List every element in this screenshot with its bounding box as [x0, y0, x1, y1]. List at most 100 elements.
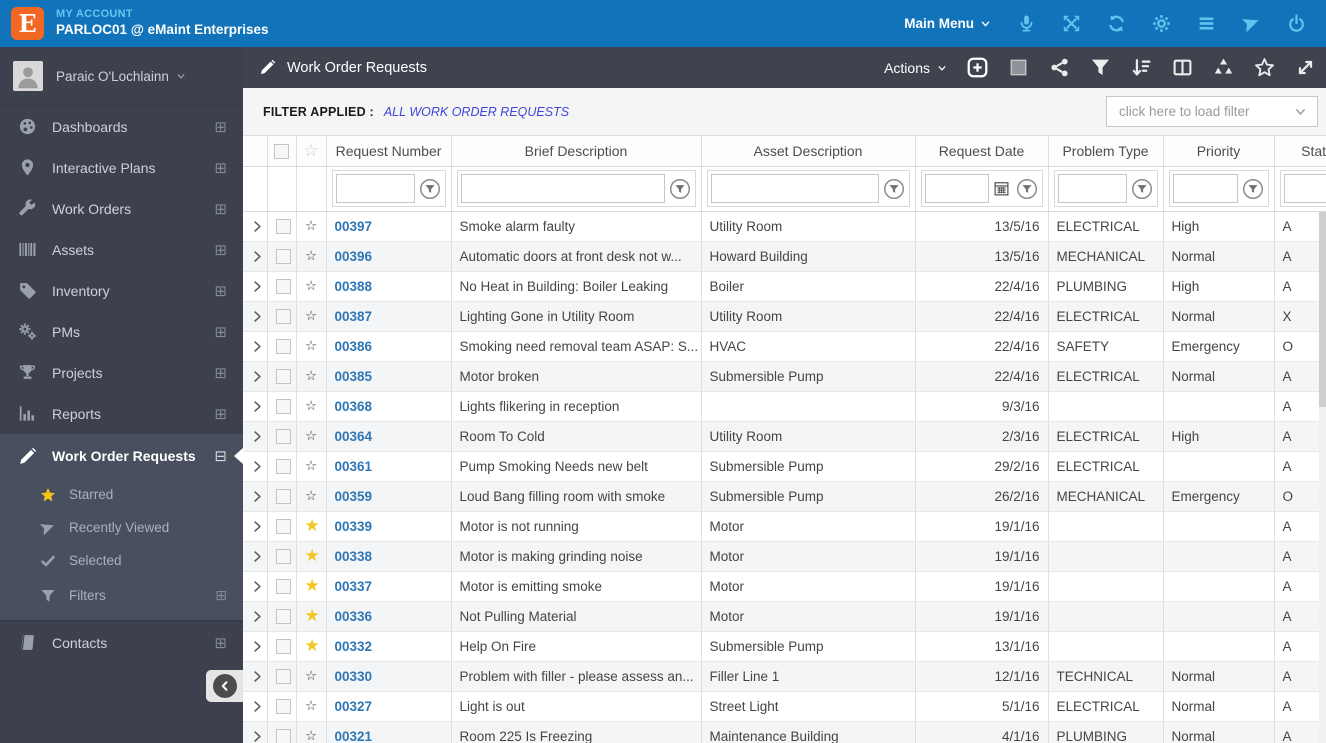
filter-input-request-date[interactable] [924, 174, 989, 203]
star-icon[interactable]: ☆ [305, 368, 317, 383]
request-number-link[interactable]: 00368 [335, 399, 373, 414]
multiselect-icon[interactable] [1008, 57, 1029, 78]
expand-plus-icon[interactable]: ⊞ [214, 364, 227, 382]
expand-icon[interactable] [1295, 57, 1316, 78]
scrollbar-thumb[interactable] [1319, 212, 1326, 407]
filter-input-priority[interactable] [1172, 174, 1238, 203]
row-checkbox[interactable] [275, 458, 291, 474]
request-number-link[interactable]: 00332 [335, 639, 373, 654]
row-checkbox[interactable] [275, 518, 291, 534]
row-checkbox[interactable] [275, 338, 291, 354]
sort-icon[interactable] [1131, 57, 1152, 78]
columns-icon[interactable] [1172, 57, 1193, 78]
recycle-icon[interactable] [1213, 57, 1234, 78]
user-menu[interactable]: Paraic O'Lochlainn [0, 47, 243, 106]
gear-icon[interactable] [1152, 14, 1171, 33]
column-header-priority[interactable]: Priority [1163, 136, 1275, 167]
row-expand-button[interactable] [243, 601, 268, 632]
filter-funnel-button[interactable] [1130, 177, 1154, 201]
star-icon[interactable]: ☆ [305, 308, 317, 323]
row-expand-button[interactable] [243, 391, 268, 422]
request-number-link[interactable]: 00337 [335, 579, 373, 594]
select-all-checkbox[interactable] [267, 136, 297, 167]
row-expand-button[interactable] [243, 571, 268, 602]
star-icon[interactable]: ☆ [305, 218, 317, 233]
expand-plus-icon[interactable]: ⊞ [214, 405, 227, 423]
expand-plus-icon[interactable]: ⊞ [214, 323, 227, 341]
expand-plus-icon[interactable]: ⊞ [214, 159, 227, 177]
actions-dropdown[interactable]: Actions [884, 60, 947, 76]
star-icon[interactable]: ★ [305, 516, 320, 535]
filter-funnel-button[interactable] [882, 177, 906, 201]
row-checkbox[interactable] [275, 248, 291, 264]
request-number-link[interactable]: 00388 [335, 279, 373, 294]
request-number-link[interactable]: 00397 [335, 219, 373, 234]
send-icon[interactable] [1242, 14, 1261, 33]
row-checkbox[interactable] [275, 668, 291, 684]
star-icon[interactable]: ☆ [305, 698, 317, 713]
favorite-icon[interactable] [1254, 57, 1275, 78]
request-number-link[interactable]: 00327 [335, 699, 373, 714]
sidebar-item-reports[interactable]: Reports ⊞ [0, 393, 243, 434]
expand-plus-icon[interactable]: ⊞ [214, 200, 227, 218]
column-header-brief-description[interactable]: Brief Description [451, 136, 702, 167]
row-expand-button[interactable] [243, 331, 268, 362]
star-icon[interactable]: ☆ [305, 458, 317, 473]
row-expand-button[interactable] [243, 481, 268, 512]
row-checkbox[interactable] [275, 548, 291, 564]
request-number-link[interactable]: 00396 [335, 249, 373, 264]
filter-funnel-button[interactable] [1241, 177, 1265, 201]
star-icon[interactable]: ★ [305, 576, 320, 595]
sidebar-item-projects[interactable]: Projects ⊞ [0, 352, 243, 393]
star-icon[interactable]: ☆ [305, 278, 317, 293]
sidebar-item-inventory[interactable]: Inventory ⊞ [0, 270, 243, 311]
column-header-problem-type[interactable]: Problem Type [1048, 136, 1164, 167]
fullscreen-icon[interactable] [1062, 14, 1081, 33]
hamburger-icon[interactable] [1197, 14, 1216, 33]
row-expand-button[interactable] [243, 271, 268, 302]
share-icon[interactable] [1049, 57, 1070, 78]
sidebar-item-pms[interactable]: PMs ⊞ [0, 311, 243, 352]
star-icon[interactable]: ☆ [305, 248, 317, 263]
star-icon[interactable]: ☆ [305, 398, 317, 413]
star-icon[interactable]: ☆ [305, 338, 317, 353]
row-expand-button[interactable] [243, 211, 268, 242]
row-checkbox[interactable] [275, 608, 291, 624]
star-icon[interactable]: ☆ [305, 728, 317, 743]
filter-input-status[interactable] [1283, 174, 1326, 203]
column-header-request-date[interactable]: Request Date [915, 136, 1049, 167]
main-menu-dropdown[interactable]: Main Menu [904, 16, 991, 31]
filter-funnel-button[interactable] [1015, 177, 1039, 201]
row-checkbox[interactable] [275, 398, 291, 414]
row-checkbox[interactable] [275, 308, 291, 324]
request-number-link[interactable]: 00364 [335, 429, 373, 444]
sidebar-item-assets[interactable]: Assets ⊞ [0, 229, 243, 270]
star-icon[interactable]: ☆ [305, 428, 317, 443]
row-checkbox[interactable] [275, 578, 291, 594]
request-number-link[interactable]: 00361 [335, 459, 373, 474]
filter-input-brief-description[interactable] [460, 174, 665, 203]
column-header-asset-description[interactable]: Asset Description [701, 136, 916, 167]
expand-plus-icon[interactable]: ⊞ [215, 587, 227, 604]
refresh-icon[interactable] [1107, 14, 1126, 33]
sidebar-item-recently-viewed[interactable]: Recently Viewed [0, 511, 243, 544]
star-icon[interactable]: ★ [305, 546, 320, 565]
row-expand-button[interactable] [243, 721, 268, 743]
star-icon[interactable]: ★ [305, 606, 320, 625]
row-checkbox[interactable] [275, 698, 291, 714]
filter-input-problem-type[interactable] [1057, 174, 1127, 203]
load-filter-dropdown[interactable]: click here to load filter [1106, 96, 1318, 127]
row-expand-button[interactable] [243, 661, 268, 692]
filter-funnel-button[interactable] [668, 177, 692, 201]
row-expand-button[interactable] [243, 421, 268, 452]
request-number-link[interactable]: 00386 [335, 339, 373, 354]
star-icon[interactable]: ☆ [305, 488, 317, 503]
row-checkbox[interactable] [275, 728, 291, 743]
row-expand-button[interactable] [243, 511, 268, 542]
request-number-link[interactable]: 00339 [335, 519, 373, 534]
expand-plus-icon[interactable]: ⊞ [214, 634, 227, 652]
emaint-logo[interactable]: E [11, 7, 44, 40]
star-icon[interactable]: ★ [305, 636, 320, 655]
row-expand-button[interactable] [243, 301, 268, 332]
sidebar-item-selected[interactable]: Selected [0, 544, 243, 577]
